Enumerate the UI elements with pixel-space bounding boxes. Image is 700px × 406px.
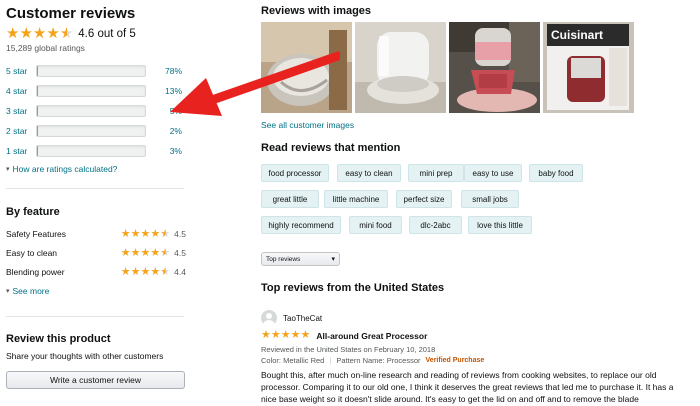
cuisinart-box-photo[interactable]: Cuisinart [543,22,634,113]
divider [6,316,184,317]
histogram-percent[interactable]: 3% [152,146,182,156]
cuisinart-box-text: Cuisinart [551,28,604,42]
overall-stars-icon: ★ ★ ★ ★ ★ [6,25,74,42]
review-color: Color: Metallic Red [261,356,325,365]
how-ratings-calculated-link[interactable]: ▾ How are ratings calculated? [6,164,117,174]
feature-score: 4.5 [174,229,186,239]
histogram-row-2[interactable]: 2 star 2% [6,124,186,138]
histogram-bar[interactable] [36,65,146,77]
mention-chip[interactable]: easy to clean [337,164,401,182]
histogram-bar-fill [37,146,38,156]
histogram-percent[interactable]: 2% [152,126,182,136]
histogram-bar[interactable] [36,145,146,157]
mention-chip[interactable]: love this little [468,216,532,234]
top-reviews-title: Top reviews from the United States [261,282,445,294]
processor-base-photo[interactable] [355,22,446,113]
histogram-label[interactable]: 3 star [6,106,36,116]
mention-chip[interactable]: perfect size [396,190,452,208]
red-arrow-icon [170,51,340,116]
review-body: Bought this, after much on-line research… [261,370,674,404]
histogram-bar-fill [37,86,38,96]
feature-name: Easy to clean [6,248,58,258]
feature-row: Blending power ★ ★ ★ ★ ★ 4.4 [6,265,186,279]
chevron-down-icon: ▾ [6,166,10,173]
mention-chip[interactable]: highly recommend [261,216,341,234]
mention-chip[interactable]: food processor [261,164,329,182]
feature-score: 4.4 [174,267,186,277]
feature-name: Blending power [6,267,65,277]
red-processor-photo[interactable] [449,22,540,113]
histogram-label[interactable]: 1 star [6,146,36,156]
histogram-label[interactable]: 2 star [6,126,36,136]
mention-chip[interactable]: mini prep [408,164,464,182]
divider [6,188,184,189]
by-feature-title: By feature [6,206,60,218]
mention-chip[interactable]: baby food [529,164,583,182]
histogram-label[interactable]: 4 star [6,86,36,96]
review-stars-icon: ★ ★ ★ ★ ★ [261,329,311,341]
histogram-label[interactable]: 5 star [6,66,36,76]
separator: | [329,356,332,365]
histogram-bar[interactable] [36,105,146,117]
feature-score: 4.5 [174,248,186,258]
review-headline-row: ★ ★ ★ ★ ★ All-around Great Processor [261,330,427,341]
customer-reviews-title: Customer reviews [6,5,136,22]
write-review-button[interactable]: Write a customer review [6,371,185,389]
feature-row: Easy to clean ★ ★ ★ ★ ★ 4.5 [6,246,186,260]
overall-rating[interactable]: ★ ★ ★ ★ ★ 4.6 out of 5 [6,26,136,41]
feature-row: Safety Features ★ ★ ★ ★ ★ 4.5 [6,227,186,241]
histogram-row-3[interactable]: 3 star 5% [6,104,186,118]
histogram-row-1[interactable]: 1 star 3% [6,144,186,158]
reviewer-profile[interactable]: TaoTheCat [261,310,322,326]
review-product-subtitle: Share your thoughts with other customers [6,351,164,361]
review-date: Reviewed in the United States on Februar… [261,345,436,354]
histogram-bar-fill [37,126,38,136]
histogram-row-5[interactable]: 5 star 78% [6,64,186,78]
histogram-bar-fill [37,66,38,76]
histogram-bar[interactable] [36,85,146,97]
feature-stars-icon: ★ ★ ★ ★ ★ [120,246,171,259]
see-more-features-link[interactable]: ▾ See more [6,286,49,296]
review-pattern: Pattern Name: Processor [336,356,421,365]
review-product-title: Review this product [6,333,111,345]
feature-stars-icon: ★ ★ ★ ★ ★ [120,227,171,240]
sort-select-value: Top reviews [266,255,301,263]
chevron-down-icon: ▾ [331,256,335,263]
review-headline[interactable]: All-around Great Processor [316,331,427,341]
mentions-title: Read reviews that mention [261,142,401,154]
avatar-icon [261,310,277,326]
verified-purchase-badge: Verified Purchase [425,357,485,364]
mention-chip[interactable]: easy to use [464,164,522,182]
histogram-bar-fill [37,106,38,116]
global-ratings-count: 15,289 global ratings [6,43,85,53]
reviewer-name[interactable]: TaoTheCat [283,314,322,323]
feature-name: Safety Features [6,229,67,239]
mention-chip[interactable]: small jobs [461,190,519,208]
feature-stars-icon: ★ ★ ★ ★ ★ [120,265,171,278]
mention-chip[interactable]: great little [261,190,319,208]
review-meta: Color: Metallic Red | Pattern Name: Proc… [261,356,484,365]
how-ratings-calculated-text[interactable]: How are ratings calculated? [13,164,118,174]
mention-chip[interactable]: dlc-2abc [409,216,462,234]
overall-rating-text: 4.6 out of 5 [78,27,136,40]
chevron-down-icon: ▾ [6,288,10,295]
reviews-with-images-title: Reviews with images [261,5,372,17]
see-more-text[interactable]: See more [13,286,50,296]
sort-reviews-select[interactable]: Top reviews ▾ [261,252,340,266]
histogram-bar[interactable] [36,125,146,137]
histogram-row-4[interactable]: 4 star 13% [6,84,186,98]
mention-chip[interactable]: mini food [349,216,402,234]
mention-chip[interactable]: little machine [324,190,388,208]
